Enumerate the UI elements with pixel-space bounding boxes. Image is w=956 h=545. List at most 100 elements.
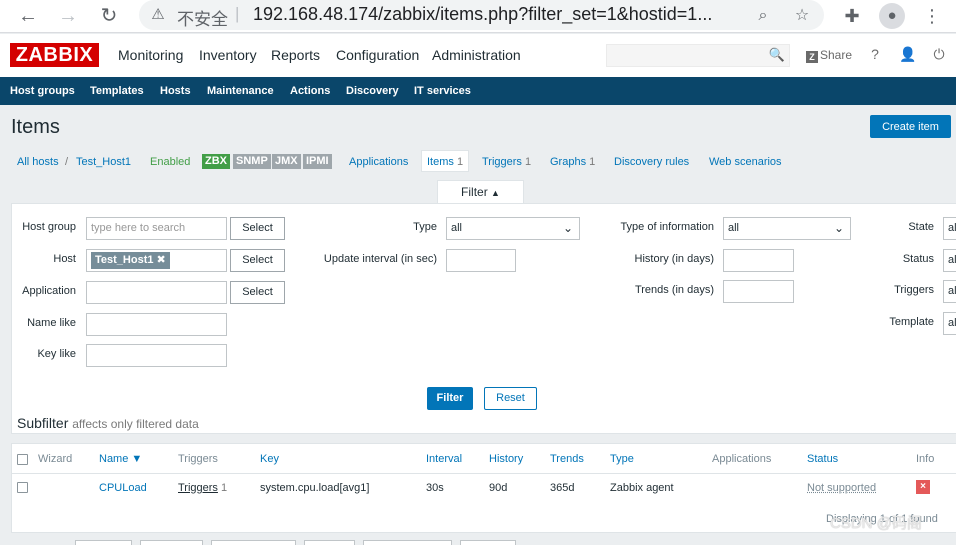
item-triggers[interactable]: Triggers 1 bbox=[178, 482, 227, 494]
column-key-sort[interactable]: Key bbox=[260, 453, 279, 465]
subfilter-note: affects only filtered data bbox=[72, 417, 199, 431]
share-label: Share bbox=[820, 48, 853, 62]
reset-filter-button[interactable]: Reset bbox=[484, 387, 537, 410]
state-select[interactable]: al bbox=[943, 217, 956, 240]
reload-icon[interactable]: ↻ bbox=[96, 3, 122, 29]
column-status-sort[interactable]: Status bbox=[807, 453, 838, 465]
application-label: Application bbox=[22, 285, 76, 297]
tab-applications[interactable]: Applications bbox=[349, 156, 408, 168]
page-title: Items bbox=[11, 116, 60, 138]
column-history-sort[interactable]: History bbox=[489, 453, 523, 465]
mass-action-button-5[interactable] bbox=[363, 540, 452, 545]
profile-avatar-icon[interactable]: ● bbox=[879, 3, 905, 29]
zabbix-logo[interactable]: ZABBIX bbox=[10, 43, 99, 67]
type-of-information-select[interactable]: all ⌄ bbox=[723, 217, 851, 240]
search-icon[interactable]: 🔍 bbox=[769, 47, 785, 63]
nav-configuration[interactable]: Configuration bbox=[336, 47, 419, 63]
apply-filter-button[interactable]: Filter bbox=[427, 387, 473, 410]
host-status-enabled[interactable]: Enabled bbox=[150, 156, 190, 168]
update-interval-input[interactable] bbox=[446, 249, 516, 272]
subnav-hosts[interactable]: Hosts bbox=[160, 85, 191, 97]
application-input[interactable] bbox=[86, 281, 227, 304]
nav-administration[interactable]: Administration bbox=[432, 47, 521, 63]
subnav-actions[interactable]: Actions bbox=[290, 85, 330, 97]
address-bar[interactable]: ⚠ 不安全 | 192.168.48.174/zabbix/items.php?… bbox=[139, 0, 824, 30]
subnav-maintenance[interactable]: Maintenance bbox=[207, 85, 274, 97]
global-search-input[interactable]: 🔍 bbox=[606, 44, 790, 67]
column-interval-sort[interactable]: Interval bbox=[426, 453, 462, 465]
host-select-button[interactable]: Select bbox=[230, 249, 285, 272]
tab-triggers[interactable]: Triggers 1 bbox=[482, 156, 531, 168]
trends-label: Trends (in days) bbox=[634, 284, 714, 296]
name-like-input[interactable] bbox=[86, 313, 227, 336]
mass-action-button-4[interactable] bbox=[304, 540, 355, 545]
status-label: Status bbox=[902, 253, 934, 265]
nav-inventory[interactable]: Inventory bbox=[199, 47, 257, 63]
mass-action-button-1[interactable] bbox=[75, 540, 132, 545]
url-text[interactable]: 192.168.48.174/zabbix/items.php?filter_s… bbox=[253, 4, 712, 25]
column-trends-sort[interactable]: Trends bbox=[550, 453, 584, 465]
breadcrumb-all-hosts[interactable]: All hosts bbox=[17, 156, 59, 168]
items-table: Wizard Name ▼ Triggers Key Interval Hist… bbox=[11, 443, 956, 533]
subnav-host-groups[interactable]: Host groups bbox=[10, 85, 75, 97]
breadcrumb-host[interactable]: Test_Host1 bbox=[76, 156, 131, 168]
host-input[interactable]: Test_Host1 ✖ bbox=[86, 249, 227, 272]
key-like-label: Key like bbox=[37, 348, 76, 360]
row-checkbox[interactable] bbox=[17, 482, 28, 493]
tab-discovery-rules[interactable]: Discovery rules bbox=[614, 156, 689, 168]
tab-graphs[interactable]: Graphs 1 bbox=[550, 156, 595, 168]
forward-icon[interactable]: → bbox=[55, 3, 81, 29]
subfilter-title: Subfilter bbox=[17, 415, 69, 431]
more-menu-icon[interactable]: ⋮ bbox=[919, 3, 945, 29]
create-item-button[interactable]: Create item bbox=[870, 115, 951, 138]
bookmark-star-icon[interactable]: ☆ bbox=[792, 7, 812, 25]
template-select[interactable]: al bbox=[943, 312, 956, 335]
share-link[interactable]: Z Share bbox=[806, 48, 852, 63]
error-info-icon[interactable]: × bbox=[916, 480, 930, 494]
tab-triggers-label: Triggers bbox=[482, 156, 522, 168]
help-icon[interactable]: ? bbox=[867, 46, 883, 62]
subnav-it-services[interactable]: IT services bbox=[414, 85, 471, 97]
column-type-sort[interactable]: Type bbox=[610, 453, 634, 465]
subnav-templates[interactable]: Templates bbox=[90, 85, 144, 97]
sign-out-icon[interactable]: ⏻ bbox=[931, 46, 947, 63]
chevron-down-icon: ⌄ bbox=[833, 221, 844, 235]
availability-badge-ipmi: IPMI bbox=[303, 154, 332, 169]
warning-icon[interactable]: ⚠ bbox=[149, 6, 167, 24]
tab-items[interactable]: Items 1 bbox=[427, 156, 463, 168]
mass-action-button-2[interactable] bbox=[140, 540, 203, 545]
key-like-input[interactable] bbox=[86, 344, 227, 367]
mass-action-button-3[interactable] bbox=[211, 540, 296, 545]
nav-monitoring[interactable]: Monitoring bbox=[118, 47, 183, 63]
host-group-select-button[interactable]: Select bbox=[230, 217, 285, 240]
filter-tab[interactable]: Filter ▲ bbox=[437, 180, 524, 204]
nav-reports[interactable]: Reports bbox=[271, 47, 320, 63]
state-label: State bbox=[908, 221, 934, 233]
extensions-puzzle-icon[interactable]: ✚ bbox=[839, 3, 865, 29]
trends-input[interactable] bbox=[723, 280, 794, 303]
triggers-select[interactable]: al bbox=[943, 280, 956, 303]
host-group-input[interactable]: type here to search bbox=[86, 217, 227, 240]
user-profile-icon[interactable]: 👤 bbox=[899, 46, 916, 63]
back-icon[interactable]: ← bbox=[15, 3, 41, 29]
zoom-icon[interactable]: ⌕ bbox=[753, 7, 773, 25]
filter-panel: Host group type here to search Select Ho… bbox=[11, 203, 956, 434]
status-select[interactable]: al bbox=[943, 249, 956, 272]
subnav-discovery[interactable]: Discovery bbox=[346, 85, 399, 97]
template-label: Template bbox=[889, 316, 934, 328]
mass-action-button-6[interactable] bbox=[460, 540, 516, 545]
item-status-toggle[interactable]: Not supported bbox=[807, 482, 876, 494]
history-input[interactable] bbox=[723, 249, 794, 272]
column-name-sort[interactable]: Name ▼ bbox=[99, 453, 142, 465]
remove-chip-icon[interactable]: ✖ bbox=[157, 254, 166, 266]
item-triggers-link[interactable]: Triggers bbox=[178, 482, 218, 494]
sub-navigation: Host groups Templates Hosts Maintenance … bbox=[0, 77, 956, 105]
availability-badge-jmx: JMX bbox=[272, 154, 301, 169]
type-select[interactable]: all ⌄ bbox=[446, 217, 580, 240]
column-info: Info bbox=[916, 453, 935, 465]
zabbix-header: ZABBIX Monitoring Inventory Reports Conf… bbox=[0, 34, 956, 77]
application-select-button[interactable]: Select bbox=[230, 281, 285, 304]
item-name-link[interactable]: CPULoad bbox=[99, 482, 147, 494]
select-all-checkbox[interactable] bbox=[17, 454, 28, 465]
tab-web-scenarios[interactable]: Web scenarios bbox=[709, 156, 782, 168]
